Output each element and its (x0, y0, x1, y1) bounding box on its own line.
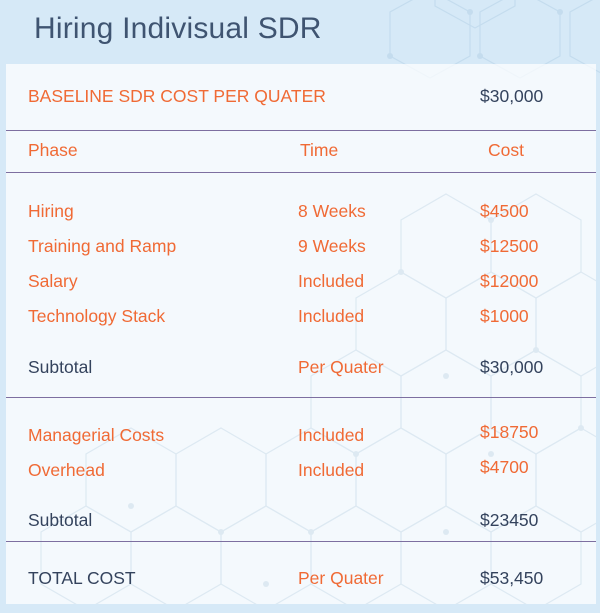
phase-cell: Technology Stack (28, 306, 166, 326)
subtotal-label: Subtotal (28, 357, 93, 377)
time-cell: Included (298, 271, 365, 291)
table-row: Hiring 8 Weeks $4500 (28, 199, 568, 223)
time-cell: 9 Weeks (298, 236, 366, 256)
baseline-label: BASELINE SDR COST PER QUATER (28, 86, 326, 106)
time-cell: Included (298, 425, 365, 445)
header-cost: Cost (488, 140, 524, 160)
phase-cell: Overhead (28, 460, 105, 480)
time-cell: Included (298, 460, 365, 480)
phase-cell: Managerial Costs (28, 425, 165, 445)
subtotal-cost: $30,000 (480, 357, 544, 377)
table-row: Managerial Costs Included $18750 (28, 422, 568, 447)
subtotal-row: Subtotal Per Quater $30,000 (28, 355, 568, 379)
subtotal-label: Subtotal (28, 510, 93, 530)
subtotal-cost: $23450 (480, 510, 539, 530)
cost-cell: $12500 (480, 236, 539, 256)
total-time: Per Quater (298, 568, 384, 588)
total-cost: $53,450 (480, 568, 544, 588)
table-header-row: Phase Time Cost (28, 138, 568, 162)
subtotal-time: Per Quater (298, 357, 384, 377)
divider (6, 397, 596, 398)
divider (6, 541, 596, 542)
table-row: Overhead Included $4700 (28, 457, 568, 482)
phase-cell: Salary (28, 271, 78, 291)
phase-cell: Training and Ramp (28, 236, 177, 256)
header-phase: Phase (28, 140, 78, 160)
cost-cell: $1000 (480, 306, 529, 326)
baseline-value: $30,000 (480, 86, 544, 106)
table-row: Training and Ramp 9 Weeks $12500 (28, 234, 568, 258)
time-cell: Included (298, 306, 365, 326)
table-row: Salary Included $12000 (28, 269, 568, 293)
header-time: Time (300, 140, 339, 160)
subtotal-row: Subtotal $23450 (28, 508, 568, 532)
cost-cell: $12000 (480, 271, 539, 291)
cost-cell: $4500 (480, 201, 529, 221)
phase-cell: Hiring (28, 201, 74, 221)
cost-cell: $4700 (480, 457, 529, 477)
divider (6, 172, 596, 173)
time-cell: 8 Weeks (298, 201, 366, 221)
total-row: TOTAL COST Per Quater $53,450 (28, 566, 568, 590)
cost-cell: $18750 (480, 422, 539, 442)
page-title: Hiring Indivisual SDR (34, 12, 322, 45)
table-row: Technology Stack Included $1000 (28, 304, 568, 328)
baseline-row: BASELINE SDR COST PER QUATER $30,000 (28, 84, 568, 108)
divider (6, 130, 596, 131)
total-label: TOTAL COST (28, 568, 136, 588)
